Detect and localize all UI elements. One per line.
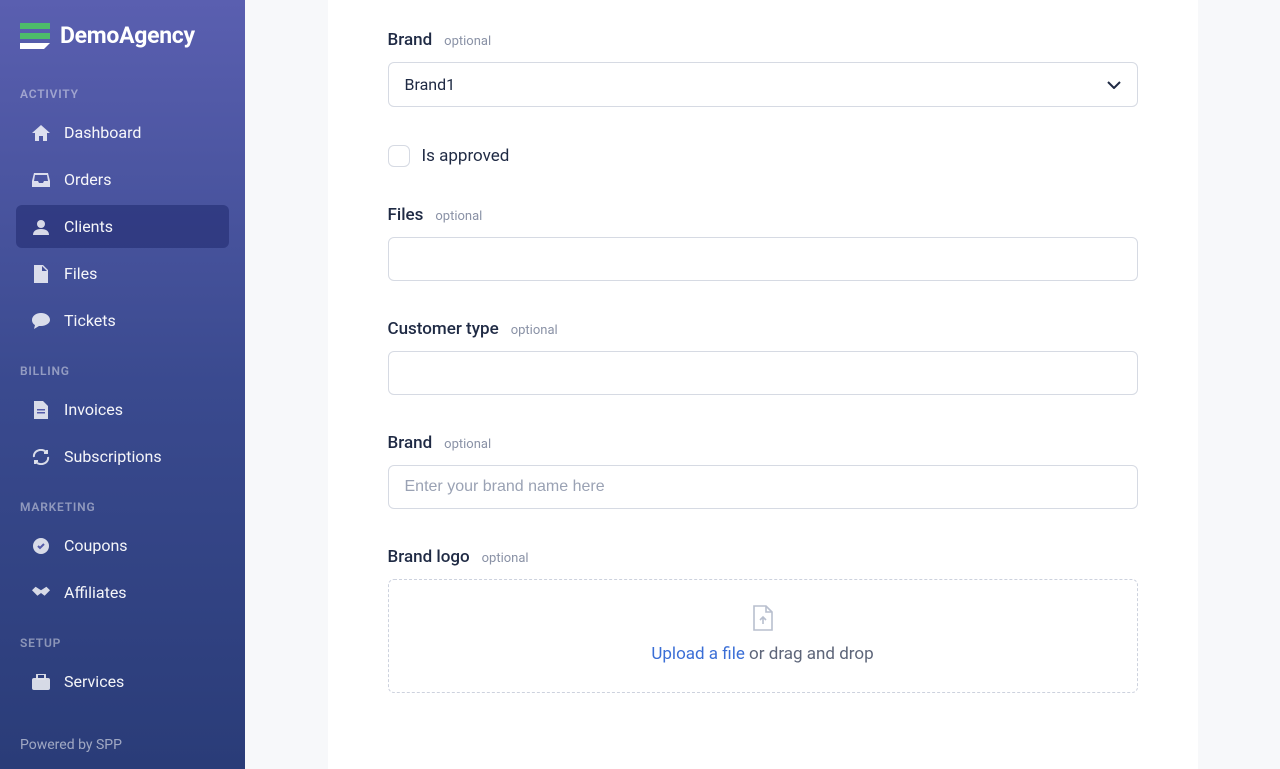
sidebar-item-label: Clients bbox=[64, 217, 113, 236]
files-input[interactable] bbox=[388, 237, 1138, 281]
sidebar-item-label: Invoices bbox=[64, 400, 123, 419]
file-icon bbox=[32, 265, 50, 283]
tag-icon bbox=[32, 537, 50, 555]
brand-logo-label: Brand logo bbox=[388, 547, 470, 567]
brand-logo-dropzone[interactable]: Upload a file or drag and drop bbox=[388, 579, 1138, 693]
brand-select[interactable]: Brand1 bbox=[388, 62, 1138, 107]
inbox-icon bbox=[32, 171, 50, 189]
section-label-setup: SETUP bbox=[0, 616, 245, 658]
sidebar-item-services[interactable]: Services bbox=[16, 660, 229, 703]
briefcase-icon bbox=[32, 673, 50, 691]
sidebar-item-dashboard[interactable]: Dashboard bbox=[16, 111, 229, 154]
sidebar-item-affiliates[interactable]: Affiliates bbox=[16, 571, 229, 614]
invoice-icon bbox=[32, 401, 50, 419]
sidebar-item-label: Affiliates bbox=[64, 583, 127, 602]
section-label-billing: BILLING bbox=[0, 344, 245, 386]
sidebar-footer: Powered by SPP bbox=[0, 721, 245, 769]
customer-type-label: Customer type bbox=[388, 319, 499, 339]
logo-text: DemoAgency bbox=[60, 22, 195, 49]
home-icon bbox=[32, 124, 50, 142]
user-icon bbox=[32, 218, 50, 236]
form-panel: Brand optional Brand1 Is approved Files … bbox=[328, 0, 1198, 769]
customer-type-input[interactable] bbox=[388, 351, 1138, 395]
optional-tag: optional bbox=[482, 551, 529, 566]
optional-tag: optional bbox=[511, 323, 558, 338]
sidebar-item-files[interactable]: Files bbox=[16, 252, 229, 295]
sidebar-item-subscriptions[interactable]: Subscriptions bbox=[16, 435, 229, 478]
customer-type-group: Customer type optional bbox=[388, 319, 1138, 395]
sidebar-item-label: Dashboard bbox=[64, 123, 141, 142]
brand-select-label: Brand bbox=[388, 30, 433, 50]
optional-tag: optional bbox=[444, 437, 491, 452]
brand-logo-group: Brand logo optional Upload a file or dra… bbox=[388, 547, 1138, 693]
brand-input-label: Brand bbox=[388, 433, 433, 453]
brand-select-group: Brand optional Brand1 bbox=[388, 30, 1138, 107]
brand-select-value: Brand1 bbox=[405, 75, 456, 94]
is-approved-checkbox[interactable] bbox=[388, 145, 410, 167]
logo-icon bbox=[20, 23, 50, 49]
dropzone-text: Upload a file or drag and drop bbox=[409, 644, 1117, 664]
sidebar-item-coupons[interactable]: Coupons bbox=[16, 524, 229, 567]
upload-file-link[interactable]: Upload a file bbox=[651, 644, 744, 664]
sidebar-item-label: Files bbox=[64, 264, 97, 283]
dropzone-rest: or drag and drop bbox=[745, 644, 874, 664]
handshake-icon bbox=[32, 584, 50, 602]
section-label-activity: ACTIVITY bbox=[0, 67, 245, 109]
sidebar-item-tickets[interactable]: Tickets bbox=[16, 299, 229, 342]
optional-tag: optional bbox=[435, 209, 482, 224]
sidebar-item-label: Orders bbox=[64, 170, 111, 189]
chevron-down-icon bbox=[1107, 77, 1121, 93]
optional-tag: optional bbox=[444, 34, 491, 49]
files-label: Files bbox=[388, 205, 424, 225]
is-approved-label: Is approved bbox=[422, 146, 510, 166]
sidebar-item-label: Coupons bbox=[64, 536, 128, 555]
brand-input-group: Brand optional bbox=[388, 433, 1138, 509]
brand-name-input[interactable] bbox=[388, 465, 1138, 509]
sidebar-item-clients[interactable]: Clients bbox=[16, 205, 229, 248]
file-upload-icon bbox=[409, 604, 1117, 632]
sidebar-item-label: Services bbox=[64, 672, 124, 691]
logo[interactable]: DemoAgency bbox=[0, 0, 245, 67]
files-group: Files optional bbox=[388, 205, 1138, 281]
sidebar-item-label: Subscriptions bbox=[64, 447, 162, 466]
is-approved-group: Is approved bbox=[388, 145, 1138, 167]
sidebar-item-label: Tickets bbox=[64, 311, 116, 330]
sidebar: DemoAgency ACTIVITY Dashboard Orders Cli… bbox=[0, 0, 245, 769]
sidebar-item-invoices[interactable]: Invoices bbox=[16, 388, 229, 431]
sidebar-item-orders[interactable]: Orders bbox=[16, 158, 229, 201]
section-label-marketing: MARKETING bbox=[0, 480, 245, 522]
main-content: Brand optional Brand1 Is approved Files … bbox=[245, 0, 1280, 769]
refresh-icon bbox=[32, 448, 50, 466]
chat-icon bbox=[32, 312, 50, 330]
